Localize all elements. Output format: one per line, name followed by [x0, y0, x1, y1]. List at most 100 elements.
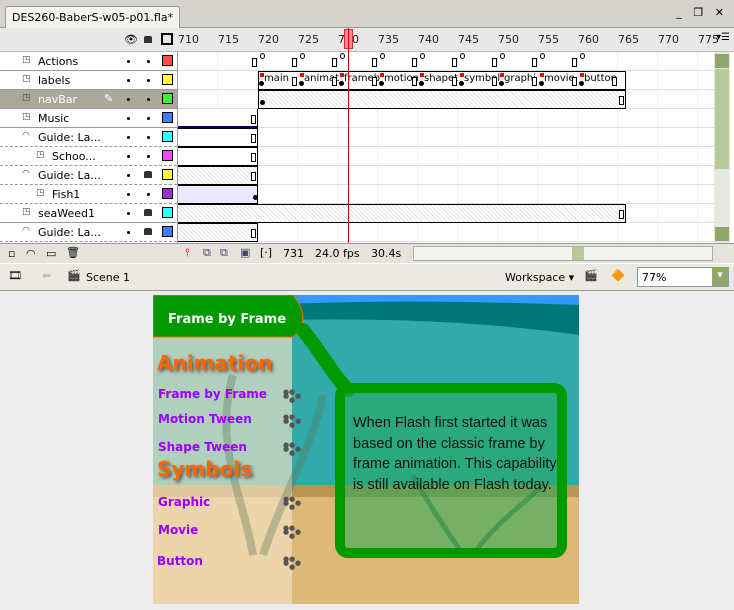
frame-row[interactable]	[178, 166, 714, 185]
zoom-select[interactable]: 77% ▾	[637, 267, 729, 287]
layer-row[interactable]: ◠ Guide: La...	[0, 166, 177, 185]
menu-button[interactable]: Button	[157, 554, 203, 568]
lock-icon[interactable]	[144, 36, 152, 43]
visibility-toggle[interactable]	[127, 136, 130, 139]
onion-skin-icon[interactable]: ⧉	[203, 246, 211, 260]
outline-color-swatch[interactable]	[162, 55, 173, 66]
layer-row[interactable]: ◳ Schoo...	[0, 147, 177, 166]
menu-shape-tween[interactable]: Shape Tween	[158, 440, 247, 454]
frame-rate[interactable]: 24.0 fps	[315, 247, 360, 260]
document-tab[interactable]: DES260-BaberS-w05-p01.fla*	[5, 6, 181, 28]
layer-name[interactable]: Actions	[38, 55, 78, 68]
lock-icon[interactable]	[144, 209, 152, 216]
frame-row[interactable]	[178, 52, 714, 71]
add-guide-layer-icon[interactable]: ◠	[26, 247, 36, 260]
frame-row[interactable]: main animat frameb motion shapet symbol graphi…	[178, 71, 714, 90]
timeline-horizontal-scrollbar[interactable]	[413, 246, 713, 261]
lock-toggle[interactable]	[147, 60, 150, 63]
menu-graphic[interactable]: Graphic	[158, 495, 210, 509]
lock-toggle[interactable]	[147, 136, 150, 139]
timeline-vertical-scrollbar[interactable]	[714, 52, 730, 243]
lock-toggle[interactable]	[147, 193, 150, 196]
visibility-toggle[interactable]	[127, 60, 130, 63]
visibility-toggle[interactable]	[127, 231, 130, 234]
workspace-menu[interactable]: Workspace ▾	[505, 271, 574, 284]
restore-button[interactable]: ❐	[693, 6, 707, 19]
layer-name[interactable]: navBar	[38, 93, 77, 106]
frame-row[interactable]	[178, 128, 714, 147]
layer-name[interactable]: Guide: La...	[38, 169, 101, 182]
visibility-toggle[interactable]	[127, 155, 130, 158]
visibility-toggle[interactable]	[127, 212, 130, 215]
minimize-button[interactable]: _	[676, 6, 686, 19]
scroll-down-button[interactable]	[715, 227, 729, 241]
visibility-toggle[interactable]	[127, 193, 130, 196]
visibility-toggle[interactable]	[127, 174, 130, 177]
outline-color-swatch[interactable]	[162, 93, 173, 104]
outline-icon[interactable]	[161, 33, 173, 45]
outline-color-swatch[interactable]	[162, 207, 173, 218]
frame-row[interactable]	[178, 223, 714, 242]
lock-toggle[interactable]	[147, 117, 150, 120]
timeline-toggle-icon[interactable]: 🎞	[8, 269, 22, 282]
layer-name[interactable]: seaWeed1	[38, 207, 95, 220]
center-frame-icon[interactable]: ⫯	[185, 246, 190, 260]
frame-row[interactable]	[178, 147, 714, 166]
edit-scene-icon[interactable]: 🎬	[584, 269, 598, 282]
layer-name[interactable]: Schoo...	[52, 150, 96, 163]
delete-layer-icon[interactable]: 🗑	[66, 246, 80, 259]
insert-folder-icon[interactable]: ▭	[46, 247, 56, 260]
stage[interactable]: Frame by Frame Animation Frame by Frame …	[153, 295, 579, 604]
layer-name[interactable]: Guide: La...	[38, 226, 101, 239]
layer-row[interactable]: ◳ Actions	[0, 52, 177, 71]
frame-row[interactable]	[178, 90, 714, 109]
layer-name[interactable]: Music	[38, 112, 69, 125]
edit-multiple-icon[interactable]: ▣	[240, 246, 250, 259]
scene-name[interactable]: Scene 1	[86, 271, 130, 284]
lock-icon[interactable]	[144, 171, 152, 178]
frame-row[interactable]	[178, 204, 714, 223]
close-button[interactable]: ✕	[715, 6, 728, 19]
scroll-up-button[interactable]	[715, 54, 729, 68]
layer-row[interactable]: ◠ Guide: La...	[0, 223, 177, 242]
layer-name[interactable]: Fish1	[52, 188, 80, 201]
outline-color-swatch[interactable]	[162, 131, 173, 142]
horizontal-scroll-thumb[interactable]	[572, 247, 584, 260]
onion-outline-icon[interactable]: ⧉	[220, 246, 228, 260]
outline-color-swatch[interactable]	[162, 112, 173, 123]
lock-toggle[interactable]	[147, 79, 150, 82]
layer-row[interactable]: ◳ navBar ✎	[0, 90, 177, 109]
lock-toggle[interactable]	[147, 155, 150, 158]
outline-color-swatch[interactable]	[162, 150, 173, 161]
frame-grid[interactable]: main animat frameb motion shapet symbol graphi…	[177, 52, 714, 243]
chevron-down-icon[interactable]: ▾	[712, 268, 728, 286]
lock-toggle[interactable]	[147, 98, 150, 101]
visibility-toggle[interactable]	[127, 117, 130, 120]
back-arrow-icon[interactable]: ⬅	[42, 269, 51, 282]
layer-row[interactable]: ◳ Music	[0, 109, 177, 128]
outline-color-swatch[interactable]	[162, 226, 173, 237]
visibility-toggle[interactable]	[127, 79, 130, 82]
layer-row[interactable]: ◳ Fish1	[0, 185, 177, 204]
layer-row[interactable]: ◠ Guide: La...	[0, 128, 177, 147]
onion-markers-icon[interactable]: [·]	[260, 246, 272, 259]
outline-color-swatch[interactable]	[162, 74, 173, 85]
layer-name[interactable]: labels	[38, 74, 70, 87]
menu-motion-tween[interactable]: Motion Tween	[158, 412, 252, 426]
scroll-thumb[interactable]	[715, 69, 729, 169]
layer-row[interactable]: ◳ seaWeed1	[0, 204, 177, 223]
visibility-toggle[interactable]	[127, 98, 130, 101]
menu-frame-by-frame[interactable]: Frame by Frame	[158, 387, 267, 401]
outline-color-swatch[interactable]	[162, 169, 173, 180]
menu-movie[interactable]: Movie	[158, 523, 198, 537]
frame-ruler[interactable]: 7107157207257307357407457507557607657707…	[177, 28, 719, 52]
outline-color-swatch[interactable]	[162, 188, 173, 199]
layer-row[interactable]: ◳ labels	[0, 71, 177, 90]
lock-icon[interactable]	[144, 228, 152, 235]
timeline-menu-icon[interactable]: ▾☰	[716, 32, 730, 43]
layer-name[interactable]: Guide: La...	[38, 131, 101, 144]
edit-symbols-icon[interactable]: 🔶	[611, 269, 625, 282]
frame-row[interactable]	[178, 185, 714, 204]
frame-row[interactable]	[178, 109, 714, 128]
insert-layer-icon[interactable]: ▫	[8, 247, 15, 260]
